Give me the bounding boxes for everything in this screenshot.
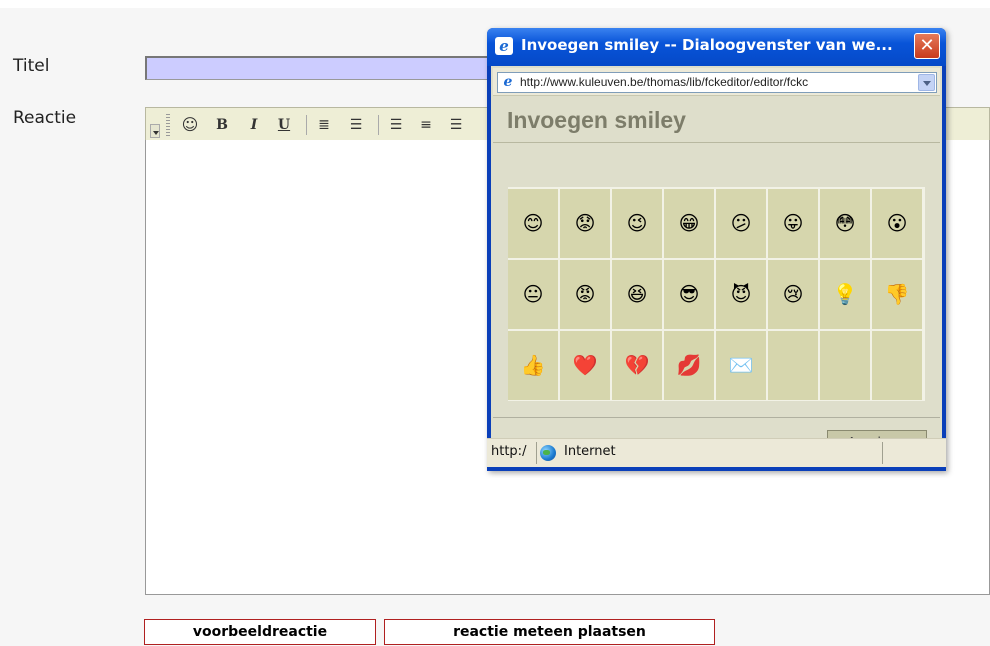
smiley-grid: 😊 😟 😉 😁 😕 😛 😳 😮 😐 😡 😆 😎 😈 😢 💡 👎 👍 ❤️ 💔 💋 ✉️: [508, 187, 925, 401]
smiley-icon: 😡: [574, 282, 596, 306]
preview-button[interactable]: voorbeeldreactie: [144, 619, 376, 645]
toolbar-collapse-button[interactable]: [150, 124, 160, 138]
smiley-cell[interactable]: 😳: [820, 189, 870, 258]
smiley-cell[interactable]: 😕: [716, 189, 766, 258]
empty-cell: [872, 331, 922, 400]
top-strip: [0, 0, 990, 8]
underline-button[interactable]: U: [274, 115, 294, 135]
close-button[interactable]: ✕: [914, 33, 940, 59]
smiley-icon: 😎: [678, 282, 700, 306]
reaction-label: Reactie: [13, 108, 77, 128]
empty-cell: [820, 331, 870, 400]
smiley-icon: 😊: [522, 211, 544, 235]
address-field[interactable]: e http://www.kuleuven.be/thomas/lib/fcke…: [497, 72, 937, 93]
smiley-cell[interactable]: 😮: [872, 189, 922, 258]
smiley-cell[interactable]: 😟: [560, 189, 610, 258]
globe-icon: [540, 445, 556, 461]
toolbar-separator: [378, 115, 379, 135]
post-button[interactable]: reactie meteen plaatsen: [384, 619, 715, 645]
empty-cell: [768, 331, 818, 400]
smiley-cell[interactable]: 😊: [508, 189, 558, 258]
divider: [493, 417, 940, 418]
smiley-icon: 😛: [782, 211, 804, 235]
dialog-titlebar[interactable]: e Invoegen smiley -- Dialoogvenster van …: [487, 28, 946, 66]
address-text: http://www.kuleuven.be/thomas/lib/fckedi…: [520, 75, 809, 89]
smiley-cell[interactable]: 😈: [716, 260, 766, 329]
smiley-cell[interactable]: ❤️: [560, 331, 610, 400]
dialog-bottom-border: [487, 467, 946, 471]
dialog-title: Invoegen smiley -- Dialoogvenster van we…: [521, 36, 893, 54]
smiley-icon: 😳: [834, 211, 856, 235]
smiley-cell[interactable]: ✉️: [716, 331, 766, 400]
smiley-cell[interactable]: 😎: [664, 260, 714, 329]
smiley-icon: 😁: [678, 211, 700, 235]
smiley-icon: 😟: [574, 211, 596, 235]
dialog-body: e http://www.kuleuven.be/thomas/lib/fcke…: [491, 66, 942, 467]
smiley-cell[interactable]: 😁: [664, 189, 714, 258]
align-left-icon[interactable]: ☰: [386, 115, 406, 135]
divider: [493, 142, 940, 143]
smiley-icon: ✉️: [728, 353, 754, 377]
align-center-icon[interactable]: ≡: [416, 115, 436, 135]
toolbar-grip[interactable]: [166, 114, 170, 136]
smiley-icon: 😉: [626, 211, 648, 235]
smiley-icon: 😕: [730, 211, 752, 235]
smiley-cell[interactable]: 👎: [872, 260, 922, 329]
smiley-icon: 💔: [624, 353, 650, 377]
smiley-cell[interactable]: 💔: [612, 331, 662, 400]
smiley-icon: 👍: [520, 353, 546, 377]
page-icon: e: [503, 74, 513, 90]
title-input[interactable]: [145, 56, 490, 80]
address-bar: e http://www.kuleuven.be/thomas/lib/fcke…: [493, 68, 940, 96]
smiley-cell[interactable]: 😛: [768, 189, 818, 258]
status-zone: Internet: [564, 444, 616, 459]
align-right-icon[interactable]: ☰: [446, 115, 466, 135]
status-separator: [536, 442, 537, 464]
smiley-icon: 😈: [730, 282, 752, 306]
smiley-cell[interactable]: 💋: [664, 331, 714, 400]
smiley-icon: 😮: [886, 211, 908, 235]
smiley-cell[interactable]: 😢: [768, 260, 818, 329]
smiley-icon: 😢: [782, 282, 804, 306]
smiley-cell[interactable]: 😐: [508, 260, 558, 329]
smiley-cell[interactable]: 😉: [612, 189, 662, 258]
smiley-icon: 💋: [676, 353, 702, 377]
smiley-cell[interactable]: 😡: [560, 260, 610, 329]
smiley-cell[interactable]: 💡: [820, 260, 870, 329]
bold-button[interactable]: B: [212, 115, 232, 135]
smiley-icon: 😐: [522, 282, 544, 306]
dialog-heading: Invoegen smiley: [507, 107, 686, 133]
status-bar: http:/ Internet: [487, 438, 946, 467]
italic-button[interactable]: I: [244, 115, 264, 135]
status-text: http:/: [491, 444, 527, 459]
ordered-list-icon[interactable]: ≣: [314, 115, 334, 135]
toolbar-separator: [306, 115, 307, 135]
smiley-icon: 💡: [832, 282, 858, 306]
smiley-button[interactable]: ☺: [180, 115, 200, 135]
smiley-icon: 😆: [626, 282, 648, 306]
smiley-cell[interactable]: 😆: [612, 260, 662, 329]
ie-icon: e: [495, 37, 513, 55]
chevron-down-icon[interactable]: [918, 74, 935, 91]
smiley-icon: 👎: [884, 282, 910, 306]
status-separator: [882, 442, 883, 464]
smiley-dialog-window: e Invoegen smiley -- Dialoogvenster van …: [487, 28, 946, 471]
smiley-cell[interactable]: 👍: [508, 331, 558, 400]
unordered-list-icon[interactable]: ☰: [346, 115, 366, 135]
title-label: Titel: [13, 56, 50, 76]
smiley-icon: ❤️: [572, 353, 598, 377]
